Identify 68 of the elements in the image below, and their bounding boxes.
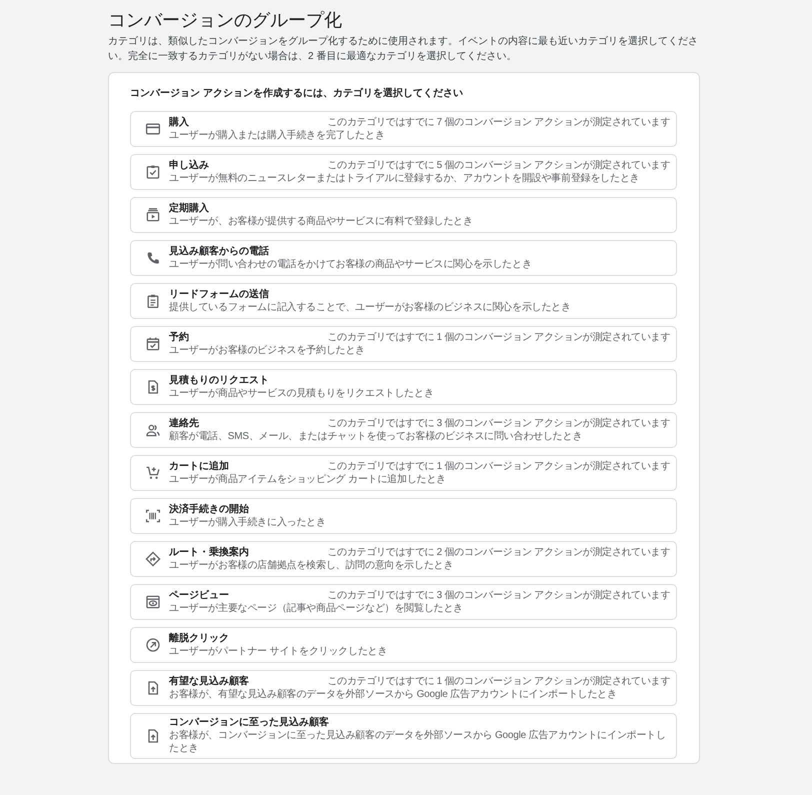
directions-icon <box>145 551 161 567</box>
category-title: 見込み顧客からの電話 <box>169 246 269 258</box>
category-option[interactable]: 予約 このカテゴリではすでに 1 個のコンバージョン アクションが測定されています ユーザーがお客様のビジネスを予約したとき <box>130 326 677 362</box>
category-option[interactable]: ルート・乗換案内 このカテゴリではすでに 2 個のコンバージョン アクションが測定されています ユーザーがお客様の店舗拠点を検索し、訪問の意向を示したとき <box>130 541 677 577</box>
category-option[interactable]: リードフォームの送信 提供しているフォームに記入することで、ユーザーがお客様のビジネスに関心を示したとき <box>130 283 677 319</box>
count-note: このカテゴリではすでに 3 個のコンバージョン アクションが測定されています <box>328 418 670 430</box>
eye-window-icon <box>145 594 161 610</box>
card-icon <box>145 121 161 137</box>
category-description: ユーザーが購入または購入手続きを完了したとき <box>169 128 386 142</box>
count-note: このカテゴリではすでに 3 個のコンバージョン アクションが測定されています <box>328 590 670 602</box>
category-option[interactable]: 購入 このカテゴリではすでに 7 個のコンバージョン アクションが測定されています ユーザーが購入または購入手続きを完了したとき <box>130 111 677 147</box>
checked-clipboard-icon <box>145 164 161 180</box>
category-title: リードフォームの送信 <box>169 288 269 300</box>
cart-plus-icon <box>145 465 161 481</box>
category-title: 決済手続きの開始 <box>169 504 249 516</box>
category-description: ユーザーが問い合わせの電話をかけてお客様の商品やサービスに関心を示したとき <box>169 258 533 270</box>
category-description: 提供しているフォームに記入することで、ユーザーがお客様のビジネスに関心を示したとき <box>169 300 572 314</box>
people-icon <box>145 422 161 438</box>
calendar-check-icon <box>145 336 161 352</box>
category-title: 離脱クリック <box>169 632 229 644</box>
category-title: 申し込み <box>169 160 209 172</box>
phone-icon <box>145 250 161 266</box>
category-title: ルート・乗換案内 <box>169 546 249 558</box>
count-note: このカテゴリではすでに 2 個のコンバージョン アクションが測定されています <box>328 546 670 558</box>
play-box-icon <box>145 207 161 223</box>
card-heading: コンバージョン アクションを作成するには、カテゴリを選択してください <box>130 87 464 101</box>
count-note: このカテゴリではすでに 7 個のコンバージョン アクションが測定されています <box>328 116 670 128</box>
category-option[interactable]: 申し込み このカテゴリではすでに 5 個のコンバージョン アクションが測定されています ユーザーが無料のニュースレターまたはトライアルに登録するか、アカウントを開設や事前登録をしたとき <box>130 154 677 190</box>
category-description: ユーザーがパートナー サイトをクリックしたとき <box>169 644 388 658</box>
category-title: 見積もりのリクエスト <box>169 374 269 386</box>
category-description: ユーザーが購入手続きに入ったとき <box>169 516 327 528</box>
page-title: コンバージョンのグループ化 <box>108 9 343 32</box>
clipboard-icon <box>145 293 161 309</box>
count-note: このカテゴリではすでに 1 個のコンバージョン アクションが測定されています <box>328 332 670 344</box>
category-description: お客様が、コンバージョンに至った見込み顧客のデータを外部ソースから Google 広告アカウントにインポートしたとき <box>169 729 667 755</box>
category-option[interactable]: ページビュー このカテゴリではすでに 3 個のコンバージョン アクションが測定されています ユーザーが主要なページ（記事や商品ページなど）を閲覧したとき <box>130 584 677 620</box>
category-description: ユーザーが商品アイテムをショッピング カートに追加したとき <box>169 472 447 486</box>
category-option[interactable]: 有望な見込み顧客 このカテゴリではすでに 1 個のコンバージョン アクションが測定されています お客様が、有望な見込み顧客のデータを外部ソースから Google 広告アカウントにインポートしたとき <box>130 670 677 706</box>
category-option[interactable]: 決済手続きの開始 ユーザーが購入手続きに入ったとき <box>130 498 677 534</box>
category-option[interactable]: 見込み顧客からの電話 ユーザーが問い合わせの電話をかけてお客様の商品やサービスに関心を示したとき <box>130 240 677 276</box>
category-title: コンバージョンに至った見込み顧客 <box>169 717 329 729</box>
category-title: 購入 <box>169 116 189 128</box>
category-option[interactable]: 見積もりのリクエスト ユーザーが商品やサービスの見積もりをリクエストしたとき <box>130 369 677 405</box>
category-option[interactable]: コンバージョンに至った見込み顧客 お客様が、コンバージョンに至った見込み顧客のデータを外部ソースから Google 広告アカウントにインポートしたとき <box>130 713 677 759</box>
category-option[interactable]: 連絡先 このカテゴリではすでに 3 個のコンバージョン アクションが測定されています 顧客が電話、SMS、メール、またはチャットを使ってお客様のビジネスに問い合わせしたとき <box>130 412 677 448</box>
category-description: ユーザーが商品やサービスの見積もりをリクエストしたとき <box>169 386 435 400</box>
category-description: ユーザーが無料のニュースレターまたはトライアルに登録するか、アカウントを開設や事前登録をしたとき <box>169 172 640 184</box>
category-title: 有望な見込み顧客 <box>169 676 249 688</box>
category-option[interactable]: 離脱クリック ユーザーがパートナー サイトをクリックしたとき <box>130 627 677 663</box>
count-note: このカテゴリではすでに 5 個のコンバージョン アクションが測定されています <box>328 160 670 172</box>
category-option[interactable]: 定期購入 ユーザーが、お客様が提供する商品やサービスに有料で登録したとき <box>130 197 677 233</box>
category-description: ユーザーが、お客様が提供する商品やサービスに有料で登録したとき <box>169 214 474 228</box>
category-title: カートに追加 <box>169 460 229 472</box>
category-description: お客様が、有望な見込み顧客のデータを外部ソースから Google 広告アカウントにインポートしたとき <box>169 688 618 700</box>
category-title: 連絡先 <box>169 418 199 430</box>
category-title: 予約 <box>169 332 189 344</box>
arrow-circle-icon <box>145 637 161 653</box>
category-option[interactable]: カートに追加 このカテゴリではすでに 1 個のコンバージョン アクションが測定されています ユーザーが商品アイテムをショッピング カートに追加したとき <box>130 455 677 491</box>
category-description: ユーザーがお客様のビジネスを予約したとき <box>169 344 366 356</box>
category-title: 定期購入 <box>169 202 209 214</box>
page-description: カテゴリは、類似したコンバージョンをグループ化するために使用されます。イベントの内容に最も近いカテゴリを選択してください。完全に一致するカテゴリがない場合は、2 番目に最適なカテゴリを選択してください。 <box>108 34 699 64</box>
barcode-scan-icon <box>145 508 161 524</box>
category-title: ページビュー <box>169 590 229 602</box>
count-note: このカテゴリではすでに 1 個のコンバージョン アクションが測定されています <box>328 676 670 688</box>
category-description: ユーザーが主要なページ（記事や商品ページなど）を閲覧したとき <box>169 602 464 614</box>
category-description: 顧客が電話、SMS、メール、またはチャットを使ってお客様のビジネスに問い合わせしたとき <box>169 430 584 442</box>
count-note: このカテゴリではすでに 1 個のコンバージョン アクションが測定されています <box>328 460 670 472</box>
category-description: ユーザーがお客様の店舗拠点を検索し、訪問の意向を示したとき <box>169 558 454 572</box>
